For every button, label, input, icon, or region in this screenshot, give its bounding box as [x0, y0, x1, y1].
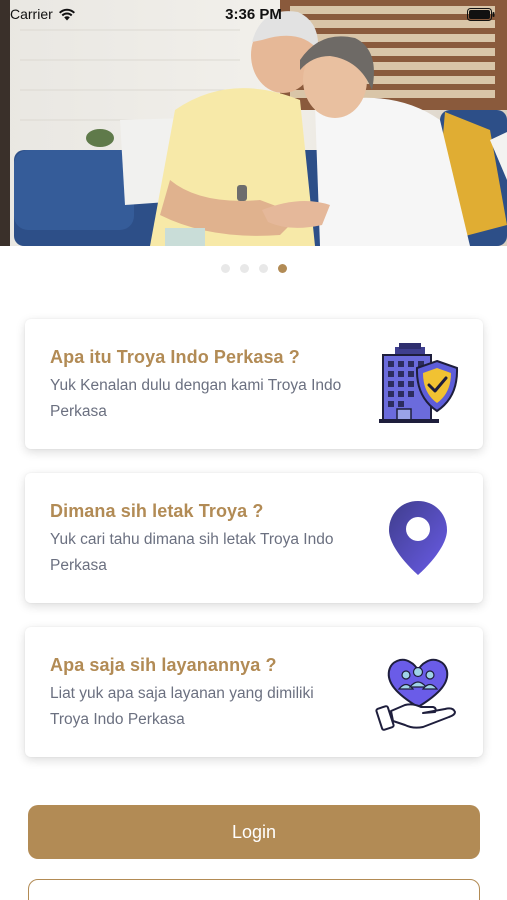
- hero-carousel[interactable]: [0, 0, 507, 246]
- status-bar: Carrier 3:36 PM: [0, 0, 507, 28]
- card-location-title: Dimana sih letak Troya ?: [50, 501, 264, 521]
- card-about-description: Yuk Kenalan dulu dengan kami Troya Indo …: [50, 377, 342, 420]
- hero-image: [0, 0, 507, 246]
- card-services-title: Apa saja sih layanannya ?: [50, 655, 277, 675]
- card-services-description: Liat yuk apa saja layanan yang dimiliki …: [50, 685, 314, 728]
- carousel-pager[interactable]: [0, 264, 507, 273]
- location-pin-icon: [389, 501, 447, 575]
- hand-heart-people-icon: [375, 658, 456, 731]
- pager-dot[interactable]: [220, 264, 230, 273]
- status-time: 3:36 PM: [225, 6, 282, 23]
- card-about[interactable]: Apa itu Troya Indo Perkasa ? Yuk Kenalan…: [25, 319, 483, 449]
- card-services[interactable]: Apa saja sih layanannya ? Liat yuk apa s…: [25, 627, 483, 757]
- pager-dot-active[interactable]: [277, 264, 287, 273]
- card-location-description: Yuk cari tahu dimana sih letak Troya Ind…: [50, 531, 334, 574]
- login-button[interactable]: Login: [28, 805, 480, 859]
- building-shield-icon: [379, 343, 459, 423]
- pager-dot[interactable]: [258, 264, 268, 273]
- pager-dot[interactable]: [239, 264, 249, 273]
- card-location[interactable]: Dimana sih letak Troya ? Yuk cari tahu d…: [25, 473, 483, 603]
- battery-icon: [467, 8, 495, 21]
- secondary-button[interactable]: [28, 879, 480, 900]
- card-about-title: Apa itu Troya Indo Perkasa ?: [50, 347, 300, 367]
